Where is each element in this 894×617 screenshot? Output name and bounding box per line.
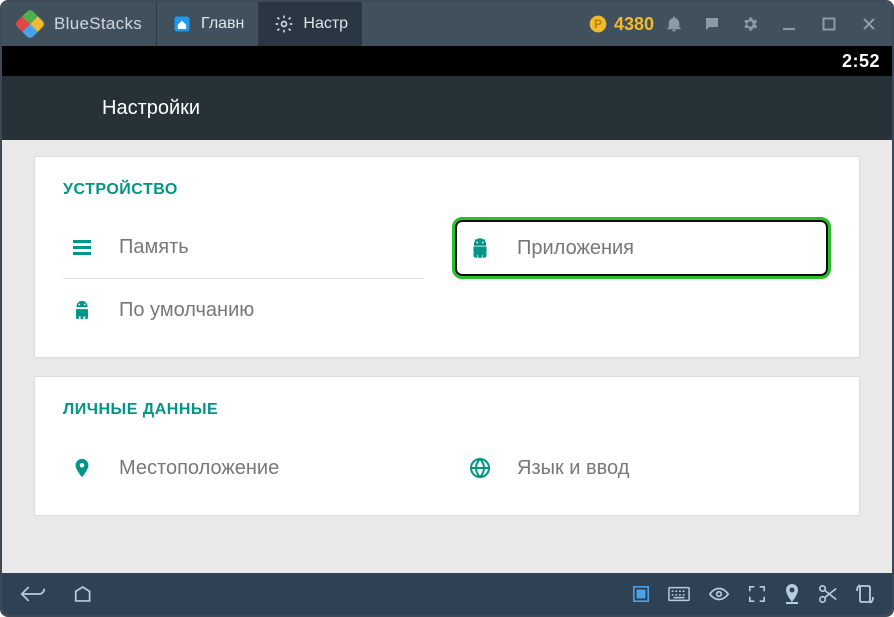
clock: 2:52 (842, 51, 880, 72)
app-name: BlueStacks (54, 14, 142, 34)
android-icon (69, 297, 95, 323)
screenshot-icon[interactable] (632, 585, 650, 603)
close-button[interactable] (858, 13, 880, 35)
settings-gear-icon[interactable] (740, 13, 760, 35)
chat-icon[interactable] (702, 13, 722, 35)
item-default[interactable]: По умолчанию (63, 279, 433, 341)
coin-count-value: 4380 (614, 14, 654, 35)
rotate-device-icon[interactable] (856, 583, 874, 605)
content-area: УСТРОЙСТВО Память Приложения (2, 140, 892, 573)
storage-icon (69, 235, 95, 261)
minimize-button[interactable] (778, 13, 800, 35)
tab-home-label: Главн (201, 15, 244, 33)
item-location-label: Местоположение (119, 457, 279, 480)
maximize-button[interactable] (818, 13, 840, 35)
item-apps[interactable]: Приложения (452, 217, 831, 279)
android-status-bar: 2:52 (2, 46, 892, 76)
section-device-title: УСТРОЙСТВО (63, 181, 831, 199)
item-language[interactable]: Язык и ввод (461, 437, 831, 499)
item-default-label: По умолчанию (119, 299, 254, 322)
scissors-icon[interactable] (818, 584, 838, 604)
keyboard-icon[interactable] (668, 586, 690, 602)
svg-text:P: P (594, 18, 602, 31)
coin-balance[interactable]: P 4380 (588, 14, 654, 35)
notifications-icon[interactable] (664, 13, 684, 35)
item-language-label: Язык и ввод (517, 457, 629, 480)
android-icon (467, 235, 493, 261)
home-icon (171, 13, 193, 35)
settings-header: Настройки (2, 76, 892, 140)
tabs: Главн Настр (156, 2, 362, 46)
home-button[interactable] (74, 584, 100, 604)
eye-icon[interactable] (708, 586, 730, 602)
section-device: УСТРОЙСТВО Память Приложения (34, 156, 860, 358)
item-storage-label: Память (119, 236, 189, 259)
section-personal-title: ЛИЧНЫЕ ДАННЫЕ (63, 401, 831, 419)
bluestacks-logo-icon (16, 10, 44, 38)
fullscreen-icon[interactable] (748, 585, 766, 603)
bluestacks-window: BlueStacks Главн Настр P 4380 (0, 0, 894, 617)
back-button[interactable] (20, 584, 46, 604)
item-storage[interactable]: Память (63, 217, 424, 279)
gear-icon (273, 13, 295, 35)
item-location[interactable]: Местоположение (63, 437, 433, 499)
location-icon (69, 455, 95, 481)
coin-icon: P (588, 14, 608, 34)
titlebar: BlueStacks Главн Настр P 4380 (2, 2, 892, 46)
location-pin-icon[interactable] (784, 584, 800, 604)
tab-home[interactable]: Главн (156, 2, 258, 46)
system-tray (632, 583, 874, 605)
tab-settings-label: Настр (303, 15, 348, 33)
android-nav-bar (2, 573, 892, 615)
section-personal: ЛИЧНЫЕ ДАННЫЕ Местоположение Язык и ввод (34, 376, 860, 516)
app-logo-group: BlueStacks (2, 10, 156, 38)
title-controls (664, 13, 892, 35)
item-apps-label: Приложения (517, 237, 634, 260)
tab-settings[interactable]: Настр (258, 2, 362, 46)
globe-icon (467, 455, 493, 481)
settings-title: Настройки (102, 97, 200, 120)
